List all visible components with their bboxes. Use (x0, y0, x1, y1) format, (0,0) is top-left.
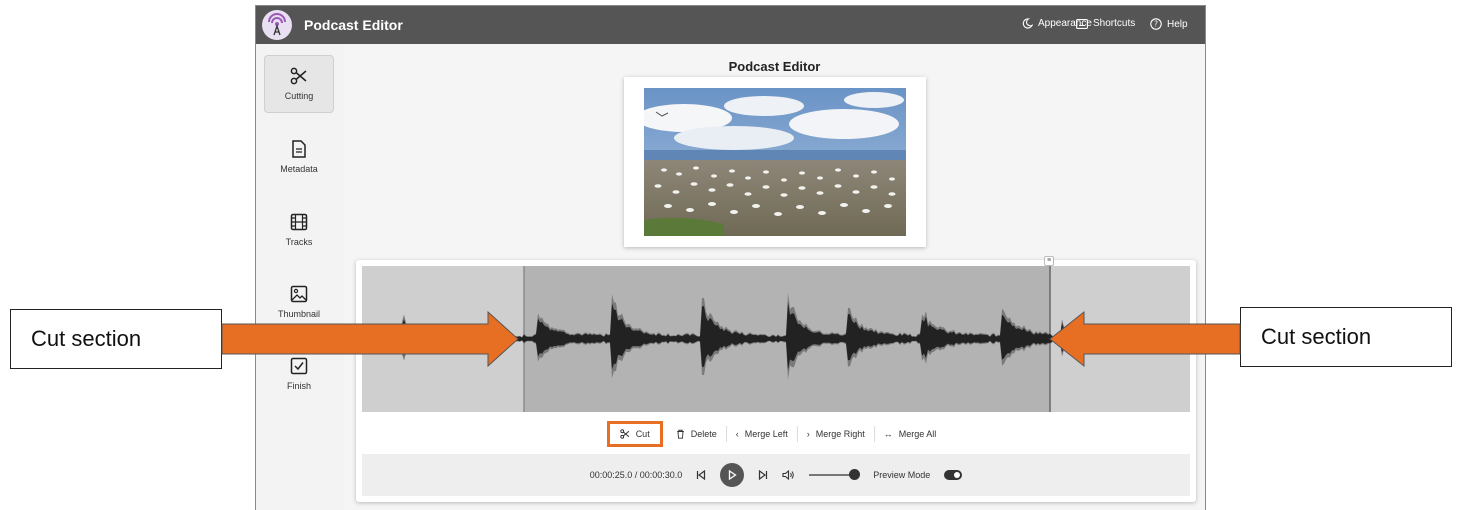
arrow-left-annotation (1049, 310, 1241, 368)
annotation-arrows (221, 310, 1241, 368)
arrow-right-annotation (221, 310, 519, 368)
screenshot-stage: Podcast Editor Appearance Shortcuts ? He… (0, 0, 1462, 510)
